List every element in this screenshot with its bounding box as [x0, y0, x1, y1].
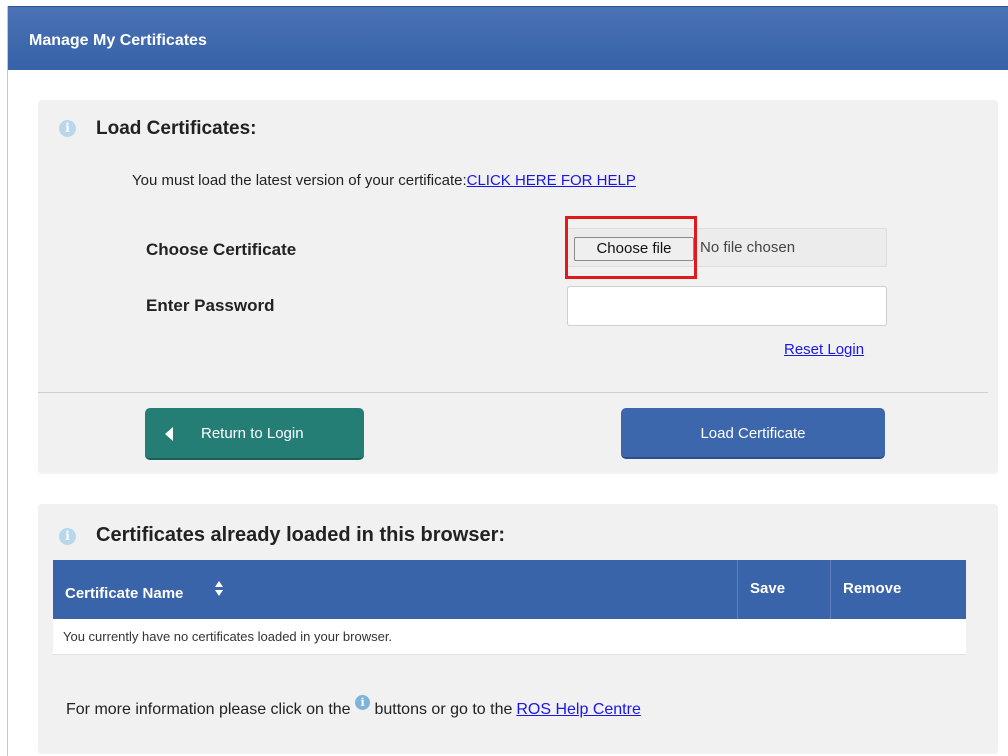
page-header: Manage My Certificates	[8, 6, 1008, 70]
return-to-login-button[interactable]: Return to Login	[145, 408, 364, 460]
panel-divider	[38, 392, 988, 393]
return-to-login-label: Return to Login	[201, 425, 304, 442]
sort-icon[interactable]	[214, 580, 224, 598]
column-save: Save	[750, 580, 786, 597]
column-certificate-name[interactable]: Certificate Name	[65, 585, 183, 602]
certificates-window: Manage My Certificates i Load Certificat…	[7, 6, 1008, 756]
table-row: You currently have no certificates loade…	[53, 619, 966, 655]
choose-certificate-label: Choose Certificate	[146, 240, 297, 259]
empty-table-message: You currently have no certificates loade…	[63, 629, 393, 644]
certificates-table-header: Certificate Name Save Remove	[53, 560, 966, 619]
column-divider	[830, 560, 831, 619]
info-icon: i	[355, 695, 371, 710]
reset-login-link[interactable]: Reset Login	[784, 341, 864, 358]
no-file-chosen-text: No file chosen	[700, 239, 796, 256]
load-certificates-title: Load Certificates:	[96, 118, 257, 139]
highlight-box	[565, 216, 697, 279]
footer-prefix: For more information please click on the	[66, 701, 351, 718]
chevron-left-icon	[165, 427, 173, 441]
column-remove: Remove	[843, 580, 902, 597]
loaded-certificates-title: Certificates already loaded in this brow…	[96, 524, 506, 546]
enter-password-label: Enter Password	[146, 296, 275, 315]
footer-middle: buttons or go to the	[374, 701, 513, 718]
load-certificate-button[interactable]: Load Certificate	[621, 408, 885, 459]
info-icon[interactable]: i	[59, 528, 76, 545]
footer-text: For more information please click on the…	[66, 695, 641, 719]
info-icon[interactable]: i	[59, 120, 76, 137]
page-title: Manage My Certificates	[29, 32, 207, 49]
password-field[interactable]	[567, 286, 887, 326]
ros-help-centre-link[interactable]: ROS Help Centre	[516, 701, 641, 718]
help-link[interactable]: CLICK HERE FOR HELP	[467, 172, 636, 189]
help-prefix: You must load the latest version of your…	[132, 172, 467, 189]
column-divider	[737, 560, 738, 619]
help-text: You must load the latest version of your…	[132, 172, 636, 189]
